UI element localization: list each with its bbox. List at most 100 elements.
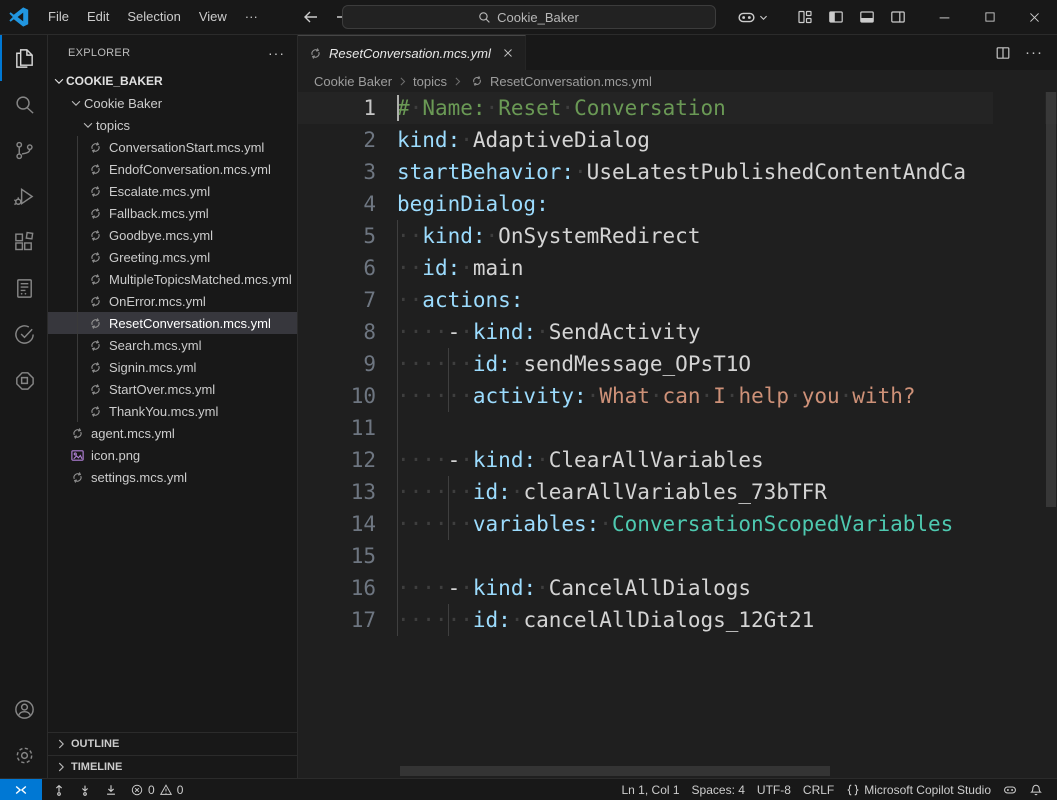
activitybar-layers[interactable]	[0, 357, 47, 403]
horizontal-scrollbar-thumb[interactable]	[400, 766, 830, 776]
menu-more[interactable]: ···	[236, 5, 267, 29]
workspace-root-folder[interactable]: COOKIE_BAKER	[48, 70, 297, 92]
close-window-button[interactable]	[1012, 0, 1057, 35]
file-signin-mcs-yml[interactable]: Signin.mcs.yml	[48, 356, 297, 378]
file-conversationstart-mcs-yml[interactable]: ConversationStart.mcs.yml	[48, 136, 297, 158]
encoding-setting[interactable]: UTF-8	[751, 779, 797, 800]
file-goodbye-mcs-yml[interactable]: Goodbye.mcs.yml	[48, 224, 297, 246]
file-greeting-mcs-yml[interactable]: Greeting.mcs.yml	[48, 246, 297, 268]
warning-count: 0	[177, 783, 184, 797]
vscode-window: FileEditSelectionView··· Cookie_Baker	[0, 0, 1057, 800]
toggle-panel-icon[interactable]	[859, 9, 875, 25]
code-line-5[interactable]: 5··kind:·OnSystemRedirect	[298, 220, 1057, 252]
minimap[interactable]	[993, 92, 1045, 778]
import-button[interactable]	[98, 779, 124, 800]
code-line-1[interactable]: 1#·Name:·Reset·Conversation	[298, 92, 1057, 124]
activitybar-source-control[interactable]	[0, 127, 47, 173]
sidebar-more-actions[interactable]: ···	[268, 45, 285, 61]
code-line-2[interactable]: 2kind:·AdaptiveDialog	[298, 124, 1057, 156]
indentation-setting[interactable]: Spaces: 4	[686, 779, 751, 800]
activitybar-extensions[interactable]	[0, 219, 47, 265]
code-line-13[interactable]: 13······id:·clearAllVariables_73bTFR	[298, 476, 1057, 508]
code-line-3[interactable]: 3startBehavior:·UseLatestPublishedConten…	[298, 156, 1057, 188]
code-line-17[interactable]: 17······id:·cancelAllDialogs_12Gt21	[298, 604, 1057, 636]
file-fallback-mcs-yml[interactable]: Fallback.mcs.yml	[48, 202, 297, 224]
line-content: ····-·kind:·SendActivity	[397, 316, 1057, 348]
horizontal-scrollbar[interactable]	[298, 766, 993, 777]
chevron-right-icon	[54, 737, 68, 751]
activitybar-check-circle[interactable]	[0, 311, 47, 357]
activitybar-settings[interactable]	[0, 732, 47, 778]
minimize-button[interactable]	[922, 0, 967, 35]
folder-cookie-baker[interactable]: Cookie Baker	[48, 92, 297, 114]
language-mode[interactable]: Microsoft Copilot Studio	[840, 779, 997, 800]
file-onerror-mcs-yml[interactable]: OnError.mcs.yml	[48, 290, 297, 312]
activitybar-explorer[interactable]	[0, 35, 47, 81]
code-line-7[interactable]: 7··actions:	[298, 284, 1057, 316]
toggle-secondary-sidebar-icon[interactable]	[890, 9, 906, 25]
copilot-status[interactable]	[997, 779, 1023, 800]
split-editor-icon[interactable]	[995, 45, 1011, 61]
customize-layout-icon[interactable]	[797, 9, 813, 25]
file-icon-png[interactable]: icon.png	[48, 444, 297, 466]
menu-file[interactable]: File	[39, 5, 78, 29]
notifications-bell[interactable]	[1023, 779, 1049, 800]
breadcrumb-subfolder[interactable]: topics	[413, 74, 447, 89]
menu-selection[interactable]: Selection	[118, 5, 189, 29]
remote-icon	[14, 783, 28, 797]
code-line-10[interactable]: 10······activity:·What·can·I·help·you·wi…	[298, 380, 1057, 412]
vertical-scrollbar-thumb[interactable]	[1046, 92, 1056, 507]
command-center-search[interactable]: Cookie_Baker	[342, 5, 716, 29]
code-line-11[interactable]: 11	[298, 412, 1057, 444]
breadcrumb-folder[interactable]: Cookie Baker	[314, 74, 392, 89]
vertical-scrollbar[interactable]	[1045, 92, 1057, 778]
file-agent-mcs-yml[interactable]: agent.mcs.yml	[48, 422, 297, 444]
file-search-mcs-yml[interactable]: Search.mcs.yml	[48, 334, 297, 356]
chevron-down-icon	[80, 118, 96, 132]
line-number: 17	[298, 604, 397, 636]
file-label: Goodbye.mcs.yml	[109, 228, 213, 243]
file-startover-mcs-yml[interactable]: StartOver.mcs.yml	[48, 378, 297, 400]
section-outline[interactable]: OUTLINE	[48, 732, 297, 755]
problems-indicator[interactable]: 0 0	[124, 779, 189, 800]
file-endofconversation-mcs-yml[interactable]: EndofConversation.mcs.yml	[48, 158, 297, 180]
explorer-sidebar: EXPLORER ··· COOKIE_BAKER Cookie Bakerto…	[48, 35, 298, 778]
file-thankyou-mcs-yml[interactable]: ThankYou.mcs.yml	[48, 400, 297, 422]
code-editor[interactable]: 1#·Name:·Reset·Conversation2kind:·Adapti…	[298, 92, 1057, 778]
tab-resetconversation[interactable]: ResetConversation.mcs.yml	[298, 35, 526, 70]
code-line-8[interactable]: 8····-·kind:·SendActivity	[298, 316, 1057, 348]
remote-indicator[interactable]	[0, 779, 42, 800]
close-tab-icon[interactable]	[501, 46, 515, 60]
activitybar-form[interactable]	[0, 265, 47, 311]
breadcrumb-file[interactable]: ResetConversation.mcs.yml	[490, 74, 652, 89]
toggle-primary-sidebar-icon[interactable]	[828, 9, 844, 25]
folder-topics[interactable]: topics	[48, 114, 297, 136]
file-resetconversation-mcs-yml[interactable]: ResetConversation.mcs.yml	[48, 312, 297, 334]
code-line-15[interactable]: 15	[298, 540, 1057, 572]
code-line-6[interactable]: 6··id:·main	[298, 252, 1057, 284]
back-arrow-icon[interactable]	[303, 9, 319, 25]
section-timeline[interactable]: TIMELINE	[48, 755, 297, 778]
code-line-16[interactable]: 16····-·kind:·CancelAllDialogs	[298, 572, 1057, 604]
line-content: ······id:·sendMessage_OPsT1O	[397, 348, 1057, 380]
activitybar-account[interactable]	[0, 686, 47, 732]
file-escalate-mcs-yml[interactable]: Escalate.mcs.yml	[48, 180, 297, 202]
editor-more-actions[interactable]: ···	[1025, 44, 1043, 61]
file-multipletopicsmatched-mcs-yml[interactable]: MultipleTopicsMatched.mcs.yml	[48, 268, 297, 290]
code-line-12[interactable]: 12····-·kind:·ClearAllVariables	[298, 444, 1057, 476]
line-content	[397, 540, 1057, 572]
code-line-4[interactable]: 4beginDialog:	[298, 188, 1057, 220]
copilot-menu-button[interactable]	[737, 8, 769, 27]
menu-view[interactable]: View	[190, 5, 236, 29]
maximize-button[interactable]	[967, 0, 1012, 35]
pull-button[interactable]	[72, 779, 98, 800]
activitybar-search[interactable]	[0, 81, 47, 127]
file-settings-mcs-yml[interactable]: settings.mcs.yml	[48, 466, 297, 488]
code-line-14[interactable]: 14······variables:·ConversationScopedVar…	[298, 508, 1057, 540]
cursor-position[interactable]: Ln 1, Col 1	[616, 779, 686, 800]
code-line-9[interactable]: 9······id:·sendMessage_OPsT1O	[298, 348, 1057, 380]
menu-edit[interactable]: Edit	[78, 5, 118, 29]
publish-button[interactable]	[46, 779, 72, 800]
activitybar-run-debug[interactable]	[0, 173, 47, 219]
eol-setting[interactable]: CRLF	[797, 779, 840, 800]
